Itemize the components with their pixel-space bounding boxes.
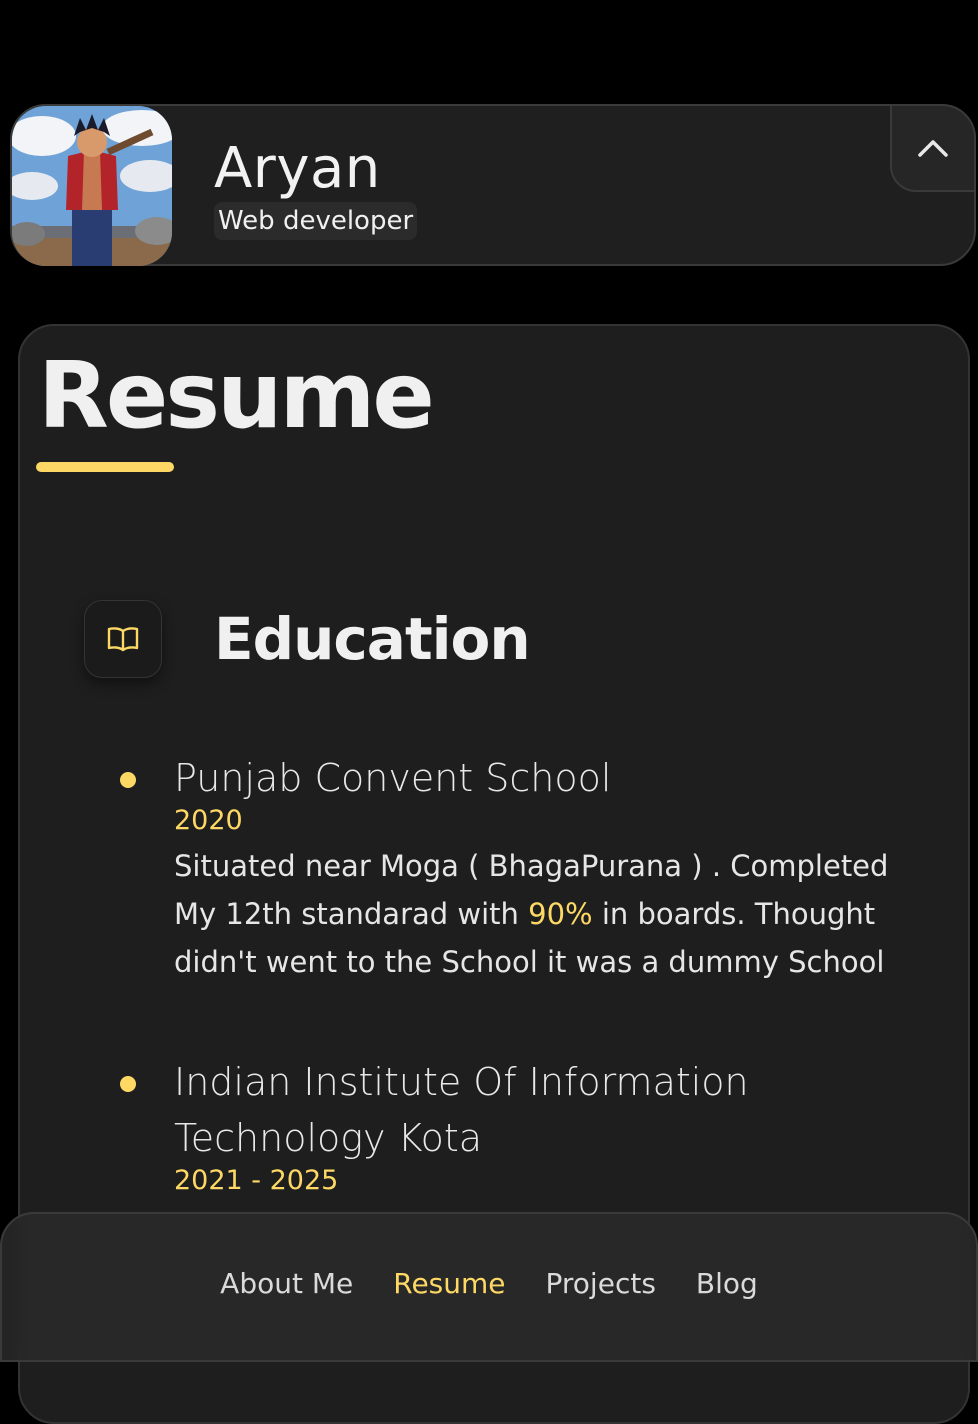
profile-card: Aryan Web developer (10, 104, 976, 266)
profile-name: Aryan (214, 136, 381, 201)
nav-link-about-me[interactable]: About Me (220, 1264, 353, 1304)
book-open-icon (107, 627, 139, 652)
chevron-up-icon (918, 140, 948, 157)
page-title: Resume (38, 342, 435, 449)
nav-link-projects[interactable]: Projects (546, 1264, 656, 1304)
bottom-nav: About Me Resume Projects Blog (0, 1212, 978, 1362)
timeline-bullet (120, 772, 136, 788)
education-date: 2020 (174, 805, 243, 836)
nav-link-resume[interactable]: Resume (393, 1264, 505, 1304)
profile-toggle-button[interactable] (890, 104, 976, 192)
avatar (12, 106, 172, 266)
timeline-bullet (120, 1076, 136, 1092)
section-title-education: Education (214, 605, 531, 673)
education-school: Indian Institute Of Information Technolo… (174, 1060, 749, 1160)
education-date: 2021 - 2025 (174, 1165, 339, 1196)
role-badge: Web developer (214, 202, 418, 240)
education-icon-box (84, 600, 162, 678)
title-underline (36, 462, 174, 472)
description-highlight: 90% (528, 897, 593, 931)
education-school: Punjab Convent School (174, 756, 612, 800)
nav-link-blog[interactable]: Blog (696, 1264, 758, 1304)
education-description: Situated near Moga ( BhagaPurana ) . Com… (174, 842, 894, 986)
